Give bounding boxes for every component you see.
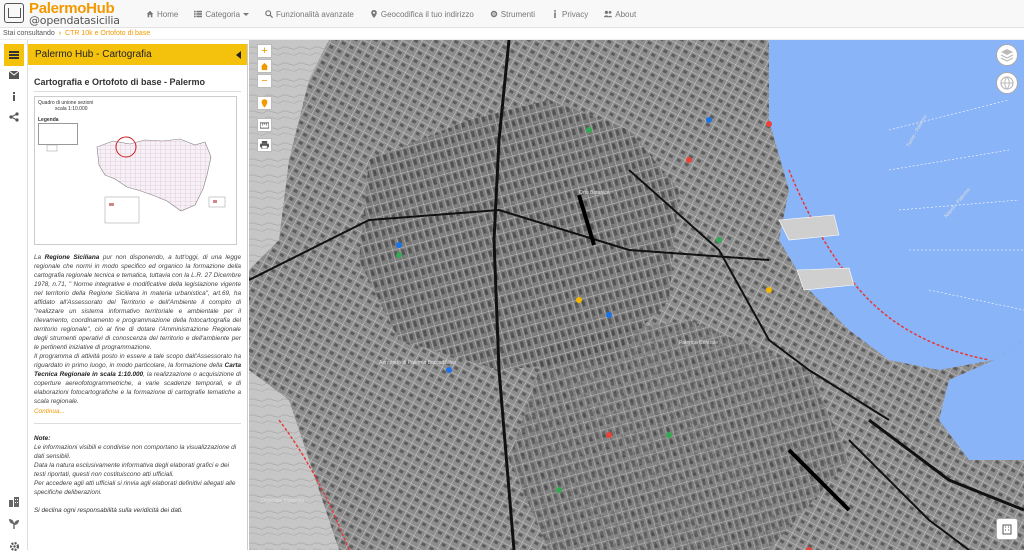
sicily-map-image: [46, 136, 226, 224]
zoom-out-button[interactable]: −: [257, 74, 272, 88]
nav-categoria[interactable]: Categoria: [186, 0, 257, 28]
panel-header: Palermo Hub - Cartografia: [28, 44, 247, 65]
sidebar-tab-share[interactable]: [8, 111, 20, 123]
map-view[interactable]: Orto Botanico Napoli - Palermo Tunisi - …: [249, 40, 1024, 550]
geolocate-button[interactable]: [257, 96, 272, 110]
share-icon: [9, 112, 19, 122]
note-line-2: Data la natura esclusivamente informativ…: [34, 462, 230, 478]
sidebar-tab-layers[interactable]: [8, 496, 20, 508]
building-icon: [1002, 524, 1012, 535]
locate-building-button[interactable]: [996, 518, 1018, 540]
ruler-icon: [260, 121, 269, 129]
logo-subtitle: @opendatasicilia: [29, 14, 120, 27]
home-icon: [146, 10, 154, 18]
basemap-ortofoto: [249, 40, 1024, 550]
thumbnail-caption-2: scala 1:10.000: [55, 106, 88, 112]
nav-geocodifica[interactable]: Geocodifica il tuo indirizzo: [362, 0, 482, 28]
basemap-switcher-button[interactable]: [996, 44, 1018, 66]
hamburger-icon: [9, 51, 19, 59]
top-navbar: PalermoHub @opendatasicilia Home Categor…: [0, 0, 1024, 28]
note-label: Note:: [34, 435, 51, 442]
nav-home-label: Home: [157, 9, 179, 19]
plant-icon: [9, 519, 19, 529]
sidebar-tab-messages[interactable]: [8, 69, 20, 81]
sidebar-panel: Palermo Hub - Cartografia Cartografia e …: [28, 44, 248, 550]
chevron-right-icon: ›: [58, 30, 62, 37]
globe-icon: [1000, 76, 1014, 90]
panel-header-title: Palermo Hub - Cartografia: [35, 49, 152, 60]
nav-geocodifica-label: Geocodifica il tuo indirizzo: [380, 9, 474, 19]
main-nav: Home Categoria Funzionalità avanzate Geo…: [138, 0, 644, 28]
layers-icon: [1000, 49, 1014, 62]
map-label-orto-botanico: Orto Botanico: [579, 190, 610, 196]
divider: [34, 91, 241, 92]
sidebar-tab-rail: [0, 40, 28, 552]
home-icon: [260, 62, 269, 70]
map-marker-icon: [261, 98, 268, 108]
thumbnail-legend-box: [38, 123, 78, 145]
print-icon: [260, 141, 269, 149]
zoom-in-button[interactable]: +: [257, 44, 272, 58]
sidebar-tab-settings[interactable]: [8, 540, 20, 552]
note-line-3: Per accedere agli atti ufficiali si rinv…: [34, 480, 236, 496]
note-block: Note: Le informazioni visibili e condivi…: [34, 434, 241, 497]
measure-button[interactable]: [257, 118, 272, 132]
home-extent-button[interactable]: [257, 59, 272, 73]
intro-text: La Regione Siciliana pur non disponendo,…: [34, 253, 241, 416]
map-label-ospedale: Ospedale Ingrassia: [261, 498, 305, 504]
users-icon: [604, 10, 613, 18]
note-line-1: Le informazioni visibili e condivise non…: [34, 444, 237, 460]
map-marker-icon: [371, 10, 377, 18]
nav-about[interactable]: About: [596, 0, 644, 28]
info-icon: [554, 10, 556, 18]
intro-p1-c: pur non disponendo, a tutt'oggi, di una …: [34, 254, 242, 351]
continue-link[interactable]: Continua...: [34, 407, 241, 416]
caret-down-icon: [243, 12, 250, 16]
sidebar-tab-info[interactable]: [8, 90, 20, 102]
breadcrumb: Stai consultando › CTR 10k e Ortofoto di…: [0, 28, 1024, 40]
breadcrumb-prefix: Stai consultando: [3, 30, 55, 37]
divider: [34, 423, 241, 424]
print-button[interactable]: [257, 138, 272, 152]
envelope-icon: [9, 71, 19, 79]
nav-home[interactable]: Home: [138, 0, 186, 28]
intro-p1-a: La: [34, 254, 45, 261]
sidebar-tab-menu[interactable]: [4, 44, 24, 66]
breadcrumb-current[interactable]: CTR 10k e Ortofoto di base: [65, 30, 150, 37]
nav-strumenti[interactable]: Strumenti: [482, 0, 543, 28]
disclaimer: Si declina ogni responsabilità sulla ver…: [34, 507, 183, 514]
map-label-centrale: Palermo Centrale: [679, 340, 718, 346]
search-icon: [265, 10, 274, 18]
nav-categoria-label: Categoria: [205, 9, 241, 19]
map-label-aeroporto: Aeroporto di Palermo Boccadifalco: [379, 360, 456, 366]
layer-toggle-button[interactable]: [996, 72, 1018, 94]
intro-p1-bold: Regione Siciliana: [44, 254, 100, 261]
brand-logo[interactable]: PalermoHub @opendatasicilia: [2, 0, 126, 27]
list-icon: [194, 10, 203, 18]
sicily-grid-thumbnail[interactable]: Quadro di unione sezioni scala 1:10.000 …: [34, 96, 237, 245]
city-layers-icon: [9, 497, 19, 507]
nav-privacy-label: Privacy: [562, 9, 589, 19]
nav-strumenti-label: Strumenti: [500, 9, 536, 19]
gear-icon: [490, 10, 497, 18]
intro-p2-a: Il programma di attività posto in essere…: [34, 353, 241, 369]
nav-about-label: About: [615, 9, 637, 19]
nav-privacy[interactable]: Privacy: [543, 0, 596, 28]
nav-funzionalita-avanzate[interactable]: Funzionalità avanzate: [257, 0, 362, 28]
logo-building-icon: [4, 3, 24, 23]
nav-funzionalita-label: Funzionalità avanzate: [276, 9, 354, 19]
panel-title: Cartografia e Ortofoto di base - Palermo: [34, 77, 206, 87]
sidebar-tab-vegetation[interactable]: [8, 518, 20, 530]
collapse-left-icon[interactable]: [236, 51, 241, 59]
info-icon: [13, 91, 15, 101]
